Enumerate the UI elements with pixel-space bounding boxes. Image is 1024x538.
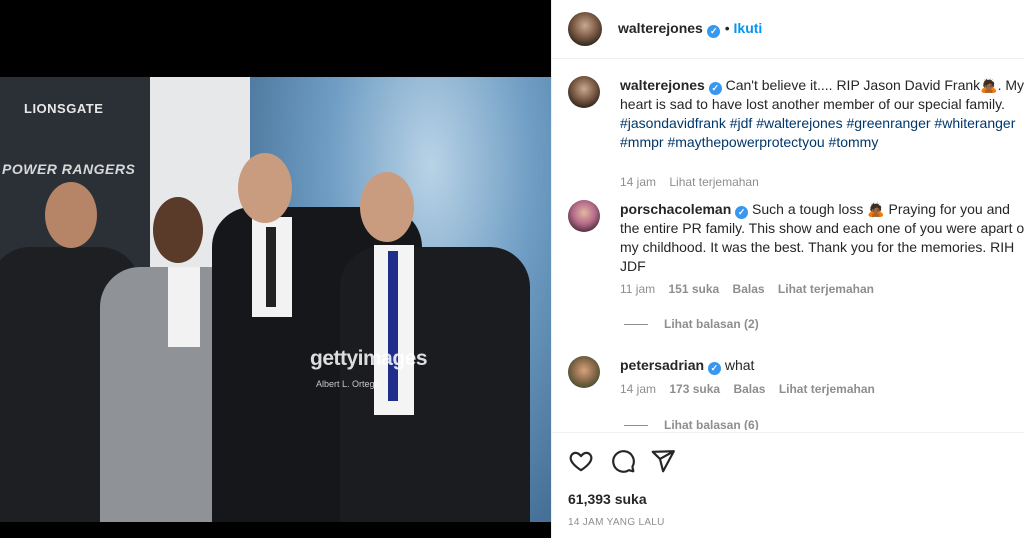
post-media: LIONSGATE POWER RANGERS gettyimages Albe… [0, 0, 551, 538]
caption-hashtags-line1[interactable]: #jasondavidfrank #jdf #walterejones #gre… [620, 115, 1015, 131]
replies-line [624, 425, 648, 427]
comment-translate-link[interactable]: Lihat terjemahan [778, 282, 874, 296]
backdrop-brand-power-rangers: POWER RANGERS [2, 161, 136, 177]
person-3-tie [266, 227, 276, 307]
author-avatar[interactable] [568, 12, 602, 46]
comment-like-count[interactable]: 151 suka [668, 282, 719, 296]
comment-avatar[interactable] [568, 356, 600, 388]
comment-translate-link[interactable]: Lihat terjemahan [779, 382, 875, 396]
heart-icon[interactable] [568, 448, 594, 474]
caption-username[interactable]: walterejones [620, 77, 705, 93]
comment-username[interactable]: porschacoleman [620, 201, 731, 217]
person-2-head [153, 197, 203, 263]
post-timestamp[interactable]: 14 JAM YANG LALU [568, 517, 665, 528]
caption: walterejones ✓ Can't believe it.... RIP … [568, 76, 1024, 189]
verified-badge-icon: ✓ [735, 206, 749, 219]
comments-list[interactable]: walterejones ✓ Can't believe it.... RIP … [552, 60, 1024, 430]
share-icon[interactable] [650, 448, 676, 474]
view-replies-button[interactable]: Lihat balasan (6) [624, 418, 759, 430]
view-replies-button[interactable]: Lihat balasan (2) [624, 317, 759, 331]
comment-meta: 11 jam 151 suka Balas Lihat terjemahan [620, 282, 884, 296]
likes-count[interactable]: 61,393 suka [568, 491, 647, 507]
separator-dot: • [724, 20, 734, 36]
comment-reply-button[interactable]: Balas [733, 282, 765, 296]
comment-icon[interactable] [610, 448, 636, 474]
comment-item: porschacoleman ✓ Such a tough loss 🙇🏾 Pr… [568, 200, 1024, 340]
caption-avatar[interactable] [568, 76, 600, 108]
backdrop-brand-lionsgate: LIONSGATE [24, 101, 104, 116]
comment-username[interactable]: petersadrian [620, 357, 704, 373]
caption-hashtags-line2[interactable]: #mmpr #maythepowerprotectyou #tommy [620, 134, 878, 150]
comment-item: petersadrian ✓ what 14 jam 173 suka Bala… [568, 356, 1024, 430]
post-photo[interactable]: LIONSGATE POWER RANGERS gettyimages Albe… [0, 77, 551, 522]
post-header: walterejones ✓ • Ikuti [552, 0, 1024, 59]
verified-badge-icon: ✓ [708, 82, 722, 95]
caption-time: 14 jam [620, 175, 657, 189]
comment-body: petersadrian ✓ what [620, 356, 1024, 375]
caption-meta: 14 jam Lihat terjemahan [620, 175, 769, 189]
comment-text: what [724, 357, 755, 373]
view-replies-label: Lihat balasan (2) [664, 317, 759, 331]
comment-time: 11 jam [620, 282, 656, 296]
caption-translate-link[interactable]: Lihat terjemahan [669, 175, 758, 189]
verified-badge-icon: ✓ [707, 362, 721, 375]
comment-body: porschacoleman ✓ Such a tough loss 🙇🏾 Pr… [620, 200, 1024, 276]
comment-reply-button[interactable]: Balas [733, 382, 765, 396]
post-actions: 61,393 suka 14 JAM YANG LALU [552, 432, 1024, 538]
getty-watermark: gettyimages [310, 347, 428, 370]
replies-line [624, 324, 648, 326]
person-4-head [360, 172, 414, 242]
person-3-head [238, 153, 292, 223]
comment-time: 14 jam [620, 382, 657, 396]
author-info: walterejones ✓ • Ikuti [618, 20, 762, 38]
verified-badge-icon: ✓ [707, 25, 721, 38]
person-4-tie [388, 251, 398, 401]
comment-meta: 14 jam 173 suka Balas Lihat terjemahan [620, 382, 885, 396]
follow-button[interactable]: Ikuti [734, 20, 763, 36]
view-replies-label: Lihat balasan (6) [664, 418, 759, 430]
caption-body: walterejones ✓ Can't believe it.... RIP … [620, 76, 1024, 152]
person-1-head [45, 182, 97, 248]
post-details-panel: walterejones ✓ • Ikuti walterejones ✓ Ca… [551, 0, 1024, 538]
author-username[interactable]: walterejones [618, 20, 703, 36]
comment-like-count[interactable]: 173 suka [669, 382, 720, 396]
comment-avatar[interactable] [568, 200, 600, 232]
getty-credit: Albert L. Ortega [316, 379, 380, 389]
person-2-shirt [168, 267, 200, 347]
